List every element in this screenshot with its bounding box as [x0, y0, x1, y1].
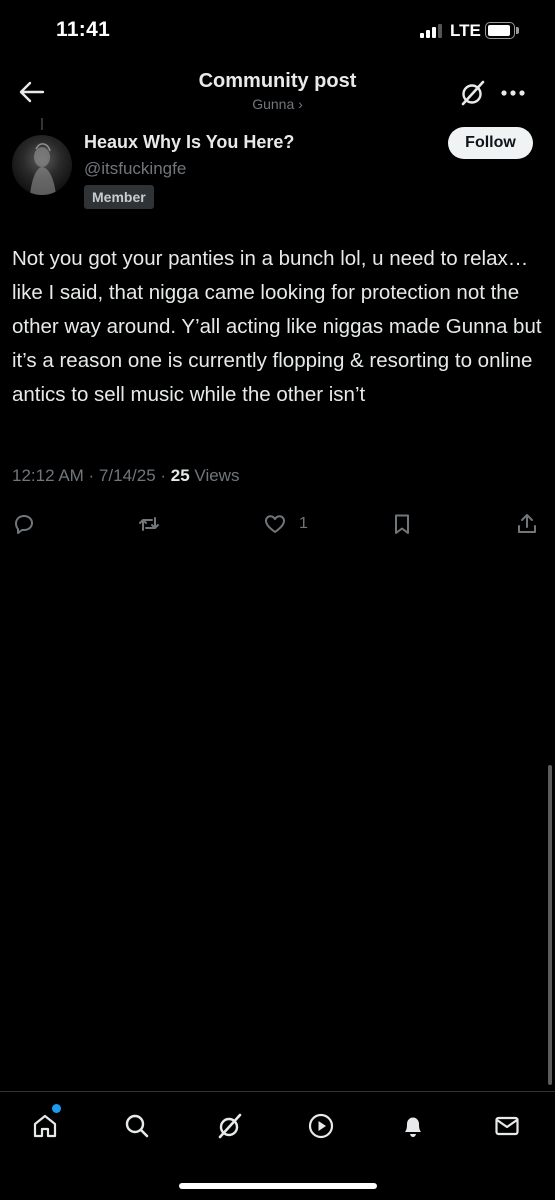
heart-icon	[265, 515, 285, 533]
bookmark-button[interactable]	[390, 508, 414, 540]
author-handle[interactable]: @itsfuckingfe	[84, 159, 186, 179]
tab-messages[interactable]	[487, 1106, 527, 1146]
tab-grok[interactable]	[210, 1106, 250, 1146]
grok-icon	[461, 80, 485, 106]
grok-icon	[218, 1113, 242, 1139]
tab-video[interactable]	[301, 1106, 341, 1146]
search-icon	[125, 1114, 149, 1138]
home-indicator	[179, 1183, 377, 1189]
status-bar: 11:41 LTE	[0, 0, 555, 64]
reply-icon	[15, 515, 33, 534]
avatar[interactable]	[12, 135, 72, 195]
header: Community post Gunna ›	[0, 64, 555, 118]
more-horizontal-icon	[501, 90, 525, 96]
network-label: LTE	[450, 21, 481, 40]
play-icon	[308, 1113, 334, 1139]
mail-icon	[495, 1116, 519, 1136]
action-bar: 1	[0, 508, 555, 540]
tab-search[interactable]	[117, 1106, 157, 1146]
follow-button[interactable]: Follow	[448, 127, 533, 159]
more-button[interactable]	[498, 78, 528, 108]
post-text: Not you got your panties in a bunch lol,…	[12, 247, 548, 406]
share-button[interactable]	[515, 508, 539, 540]
battery-nub	[516, 27, 519, 34]
share-icon	[518, 514, 536, 533]
notification-dot	[52, 1104, 61, 1113]
scrollbar[interactable]	[548, 765, 552, 1085]
bell-icon	[405, 1117, 421, 1137]
bookmark-icon	[395, 514, 409, 534]
grok-button[interactable]	[458, 78, 488, 108]
home-icon	[33, 1114, 57, 1138]
tab-notifications[interactable]	[393, 1106, 433, 1146]
repost-button[interactable]	[137, 508, 161, 540]
status-time: 11:41	[56, 18, 111, 41]
like-count: 1	[299, 515, 308, 532]
thread-line	[41, 118, 43, 130]
like-button[interactable]: 1	[263, 508, 308, 540]
battery-icon	[485, 22, 515, 39]
post-timestamp: 12:12 AM · 7/14/25 ·	[12, 466, 171, 485]
author-display-name[interactable]: Heaux Why Is You Here?	[84, 132, 294, 153]
repost-icon	[139, 517, 159, 531]
views-label: Views	[189, 466, 240, 485]
post-meta: 12:12 AM · 7/14/25 · 25 Views	[12, 466, 239, 486]
signal-icon	[420, 24, 442, 38]
views-count: 25	[170, 466, 190, 485]
avatar-image	[30, 143, 56, 195]
member-badge: Member	[84, 185, 154, 209]
reply-button[interactable]	[12, 508, 36, 540]
